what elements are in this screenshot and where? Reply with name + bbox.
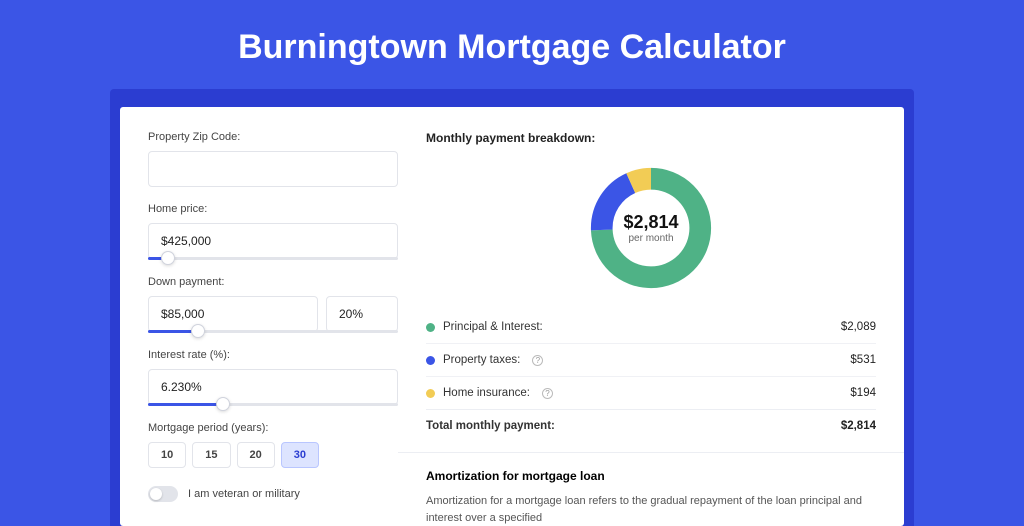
breakdown-row-value: $531	[850, 354, 876, 366]
interest-slider[interactable]	[148, 403, 398, 406]
zip-group: Property Zip Code:	[148, 131, 398, 187]
interest-label: Interest rate (%):	[148, 349, 398, 361]
donut-wrap: $2,814 per month	[426, 157, 876, 311]
amortization-text: Amortization for a mortgage loan refers …	[426, 493, 876, 526]
info-icon[interactable]: ?	[532, 355, 543, 366]
total-value: $2,814	[841, 420, 876, 432]
interest-input[interactable]	[148, 369, 398, 405]
veteran-row: I am veteran or military	[148, 486, 398, 502]
veteran-label: I am veteran or military	[188, 488, 300, 500]
breakdown-row-label: Property taxes:	[443, 354, 520, 366]
legend-dot-icon	[426, 389, 435, 398]
home-price-slider-thumb[interactable]	[161, 251, 175, 265]
breakdown-row: Home insurance:? $194	[426, 376, 876, 409]
total-label: Total monthly payment:	[426, 420, 555, 432]
breakdown-row-label: Home insurance:	[443, 387, 530, 399]
home-price-group: Home price:	[148, 203, 398, 260]
home-price-label: Home price:	[148, 203, 398, 215]
period-group: Mortgage period (years): 1015 2030	[148, 422, 398, 468]
period-pill-row: 1015 2030	[148, 442, 398, 468]
legend-dot-icon	[426, 356, 435, 365]
down-payment-group: Down payment:	[148, 276, 398, 333]
veteran-toggle[interactable]	[148, 486, 178, 502]
calculator-card: Property Zip Code: Home price: Down paym…	[120, 107, 904, 526]
interest-group: Interest rate (%):	[148, 349, 398, 406]
down-payment-input[interactable]	[148, 296, 318, 332]
results-column: Monthly payment breakdown: $2,814 per mo…	[426, 131, 876, 526]
donut-amount: $2,814	[623, 212, 678, 233]
divider	[398, 452, 904, 453]
breakdown-row: Property taxes:? $531	[426, 343, 876, 376]
breakdown-row-label-wrap: Principal & Interest:	[426, 321, 543, 333]
form-column: Property Zip Code: Home price: Down paym…	[148, 131, 398, 526]
period-pill-20[interactable]: 20	[237, 442, 275, 468]
zip-input[interactable]	[148, 151, 398, 187]
info-icon[interactable]: ?	[542, 388, 553, 399]
period-pill-30[interactable]: 30	[281, 442, 319, 468]
zip-label: Property Zip Code:	[148, 131, 398, 143]
period-pill-15[interactable]: 15	[192, 442, 230, 468]
donut-center: $2,814 per month	[586, 163, 716, 293]
card-shadow: Property Zip Code: Home price: Down paym…	[110, 89, 914, 526]
down-payment-slider-thumb[interactable]	[191, 324, 205, 338]
home-price-slider[interactable]	[148, 257, 398, 260]
breakdown-rows: Principal & Interest: $2,089 Property taxe…	[426, 311, 876, 409]
amortization-title: Amortization for mortgage loan	[426, 469, 876, 483]
legend-dot-icon	[426, 323, 435, 332]
down-payment-label: Down payment:	[148, 276, 398, 288]
down-payment-slider[interactable]	[148, 330, 398, 333]
breakdown-row-label-wrap: Property taxes:?	[426, 354, 543, 366]
breakdown-row-value: $194	[850, 387, 876, 399]
breakdown-row-value: $2,089	[841, 321, 876, 333]
total-row: Total monthly payment: $2,814	[426, 409, 876, 442]
period-pill-10[interactable]: 10	[148, 442, 186, 468]
down-payment-pct-input[interactable]	[326, 296, 398, 332]
interest-slider-thumb[interactable]	[216, 397, 230, 411]
page-title: Burningtown Mortgage Calculator	[0, 0, 1024, 89]
period-label: Mortgage period (years):	[148, 422, 398, 434]
payment-donut-chart: $2,814 per month	[586, 163, 716, 293]
donut-sub: per month	[628, 233, 673, 244]
breakdown-row-label: Principal & Interest:	[443, 321, 543, 333]
home-price-input[interactable]	[148, 223, 398, 259]
veteran-toggle-knob	[150, 488, 162, 500]
breakdown-title: Monthly payment breakdown:	[426, 131, 876, 145]
breakdown-row-label-wrap: Home insurance:?	[426, 387, 553, 399]
interest-slider-fill	[148, 403, 223, 406]
breakdown-row: Principal & Interest: $2,089	[426, 311, 876, 343]
